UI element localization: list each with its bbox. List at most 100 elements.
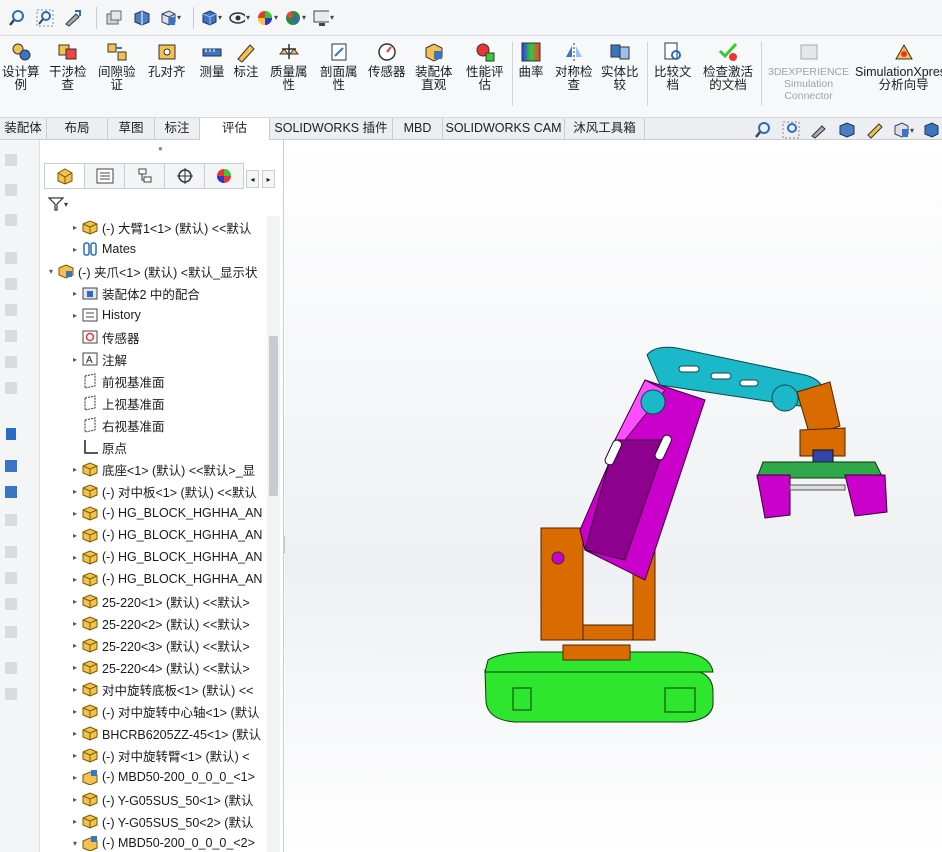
- tool-icon[interactable]: [3, 624, 19, 640]
- hole-alignment-button[interactable]: 孔对齐: [148, 40, 186, 79]
- compare-documents-button[interactable]: 比较文 档: [654, 40, 692, 92]
- tree-row[interactable]: ▸ 25-220<2> (默认) <<默认>: [40, 612, 268, 634]
- tree-row[interactable]: ▸ (-) Y-G05SUS_50<1> (默认: [40, 788, 268, 810]
- scene-icon[interactable]: ▾: [284, 7, 306, 29]
- dimxpert-tab-icon[interactable]: [164, 163, 204, 189]
- mass-properties-button[interactable]: 质量属 性: [270, 40, 308, 92]
- section-properties-button[interactable]: 剖面属 性: [320, 40, 358, 92]
- symmetry-check-button[interactable]: 对称检 查: [555, 40, 593, 92]
- chevron-right-icon[interactable]: ▸: [70, 619, 80, 628]
- chevron-right-icon[interactable]: ▸: [70, 245, 80, 254]
- chevron-right-icon[interactable]: ▸: [70, 663, 80, 672]
- feature-manager-tab-icon[interactable]: [44, 163, 84, 189]
- graphics-viewport[interactable]: [285, 140, 942, 852]
- chevron-right-icon[interactable]: ▸: [70, 641, 80, 650]
- chevron-right-icon[interactable]: ▸: [70, 575, 80, 584]
- chevron-right-icon[interactable]: ▸: [70, 707, 80, 716]
- zoom-area-icon[interactable]: [34, 7, 56, 29]
- chevron-right-icon[interactable]: ▸: [70, 465, 80, 474]
- sensor-button[interactable]: 传感器: [368, 40, 406, 79]
- design-study-button[interactable]: 设计算 例: [2, 40, 40, 92]
- zoom-to-fit-icon[interactable]: [752, 119, 774, 141]
- tool-icon[interactable]: [3, 276, 19, 292]
- chevron-right-icon[interactable]: ▸: [70, 795, 80, 804]
- panel-tab-scroll-left-icon[interactable]: ◂: [246, 170, 259, 188]
- display-manager-tab-icon[interactable]: [204, 163, 244, 189]
- robot-gripper[interactable]: [756, 461, 888, 519]
- robot-base[interactable]: [484, 644, 714, 723]
- tool-icon[interactable]: [3, 152, 19, 168]
- configuration-manager-tab-icon[interactable]: [124, 163, 164, 189]
- tree-row[interactable]: 上视基准面: [40, 392, 268, 414]
- display-style-icon[interactable]: [920, 119, 942, 141]
- tree-row[interactable]: ▸ (-) HG_BLOCK_HGHHA_AN: [40, 546, 268, 568]
- simulationxpress-button[interactable]: SimulationXpress 分析向导: [855, 40, 942, 92]
- rotate-icon[interactable]: [62, 7, 84, 29]
- tool-icon[interactable]: [3, 484, 19, 500]
- compare-bodies-button[interactable]: 实体比 较: [601, 40, 639, 92]
- filter-icon[interactable]: [48, 197, 64, 211]
- tree-row[interactable]: 传感器: [40, 326, 268, 348]
- chevron-right-icon[interactable]: ▸: [70, 729, 80, 738]
- tool-icon[interactable]: [3, 458, 19, 474]
- measure-button[interactable]: 测量: [199, 40, 225, 79]
- chevron-right-icon[interactable]: ▸: [70, 685, 80, 694]
- chevron-right-icon[interactable]: ▸: [70, 311, 80, 320]
- tree-row[interactable]: ▸ (-) 对中旋转臂<1> (默认) <: [40, 744, 268, 766]
- chevron-right-icon[interactable]: ▸: [70, 289, 80, 298]
- tree-row[interactable]: ▸ 25-220<1> (默认) <<默认>: [40, 590, 268, 612]
- check-active-document-button[interactable]: 检查激活 的文档: [703, 40, 753, 92]
- tool-icon[interactable]: [3, 426, 19, 442]
- hide-show-icon[interactable]: ▾: [228, 7, 250, 29]
- markup-button[interactable]: 标注: [233, 40, 259, 79]
- chevron-right-icon[interactable]: ▸: [70, 773, 80, 782]
- chevron-right-icon[interactable]: ▸: [70, 597, 80, 606]
- performance-evaluation-button[interactable]: 性能评 估: [466, 40, 504, 92]
- tool-icon[interactable]: [3, 660, 19, 676]
- tree-row[interactable]: ▸ (-) HG_BLOCK_HGHHA_AN: [40, 568, 268, 590]
- clearance-verification-button[interactable]: 间隙验 证: [98, 40, 136, 92]
- tool-icon[interactable]: [3, 212, 19, 228]
- chevron-right-icon[interactable]: ▸: [70, 509, 80, 518]
- tree-row[interactable]: ▸ (-) 大臂1<1> (默认) <<默认: [40, 216, 268, 238]
- chevron-down-icon[interactable]: ▾: [64, 200, 68, 209]
- tree-row[interactable]: ▸ 25-220<3> (默认) <<默认>: [40, 634, 268, 656]
- tool-icon[interactable]: [3, 302, 19, 318]
- view-orientation-icon[interactable]: ▾: [159, 7, 181, 29]
- tree-filter[interactable]: ▾: [48, 194, 78, 214]
- chevron-right-icon[interactable]: ▸: [70, 355, 80, 364]
- tree-row[interactable]: ▾ (-) MBD50-200_0_0_0_<2>: [40, 832, 268, 852]
- tree-row[interactable]: ▸ (-) 对中旋转中心轴<1> (默认: [40, 700, 268, 722]
- tree-row[interactable]: 右视基准面: [40, 414, 268, 436]
- tree-row[interactable]: ▸ 底座<1> (默认) <<默认>_显: [40, 458, 268, 480]
- interference-check-button[interactable]: 干涉检 查: [49, 40, 87, 92]
- tree-row[interactable]: ▸ (-) HG_BLOCK_HGHHA_AN: [40, 524, 268, 546]
- chevron-down-icon[interactable]: ▾: [70, 839, 80, 848]
- tree-row[interactable]: ▸ A 注解: [40, 348, 268, 370]
- tool-icon[interactable]: [3, 182, 19, 198]
- tool-icon[interactable]: [3, 544, 19, 560]
- tab-8[interactable]: 沐风工具箱: [565, 118, 645, 139]
- display-mode-icon[interactable]: ▾: [200, 7, 222, 29]
- tree-row[interactable]: ▸ (-) MBD50-200_0_0_0_<1>: [40, 766, 268, 788]
- dynamic-annotation-icon[interactable]: [864, 119, 886, 141]
- panel-tab-scroll-right-icon[interactable]: ▸: [262, 170, 275, 188]
- tool-icon[interactable]: [3, 354, 19, 370]
- section-view-icon[interactable]: [836, 119, 858, 141]
- view-orientation-icon[interactable]: ▾: [892, 119, 914, 141]
- tree-row[interactable]: ▾ (-) 夹爪<1> (默认) <默认_显示状: [40, 260, 268, 282]
- curvature-button[interactable]: 曲率: [518, 40, 544, 79]
- tool-icon[interactable]: [3, 250, 19, 266]
- tree-row[interactable]: ▸ 25-220<4> (默认) <<默认>: [40, 656, 268, 678]
- tree-row[interactable]: 原点: [40, 436, 268, 458]
- tool-icon[interactable]: [3, 686, 19, 702]
- chevron-right-icon[interactable]: ▸: [70, 553, 80, 562]
- chevron-right-icon[interactable]: ▸: [70, 531, 80, 540]
- tool-icon[interactable]: [3, 512, 19, 528]
- tab-1[interactable]: 布局: [47, 118, 108, 139]
- tree-row[interactable]: ▸ Mates: [40, 238, 268, 260]
- robot-big-arm[interactable]: [579, 379, 706, 581]
- tool-icon[interactable]: [3, 596, 19, 612]
- tab-4[interactable]: 评估: [200, 118, 270, 140]
- tab-3[interactable]: 标注: [155, 118, 200, 139]
